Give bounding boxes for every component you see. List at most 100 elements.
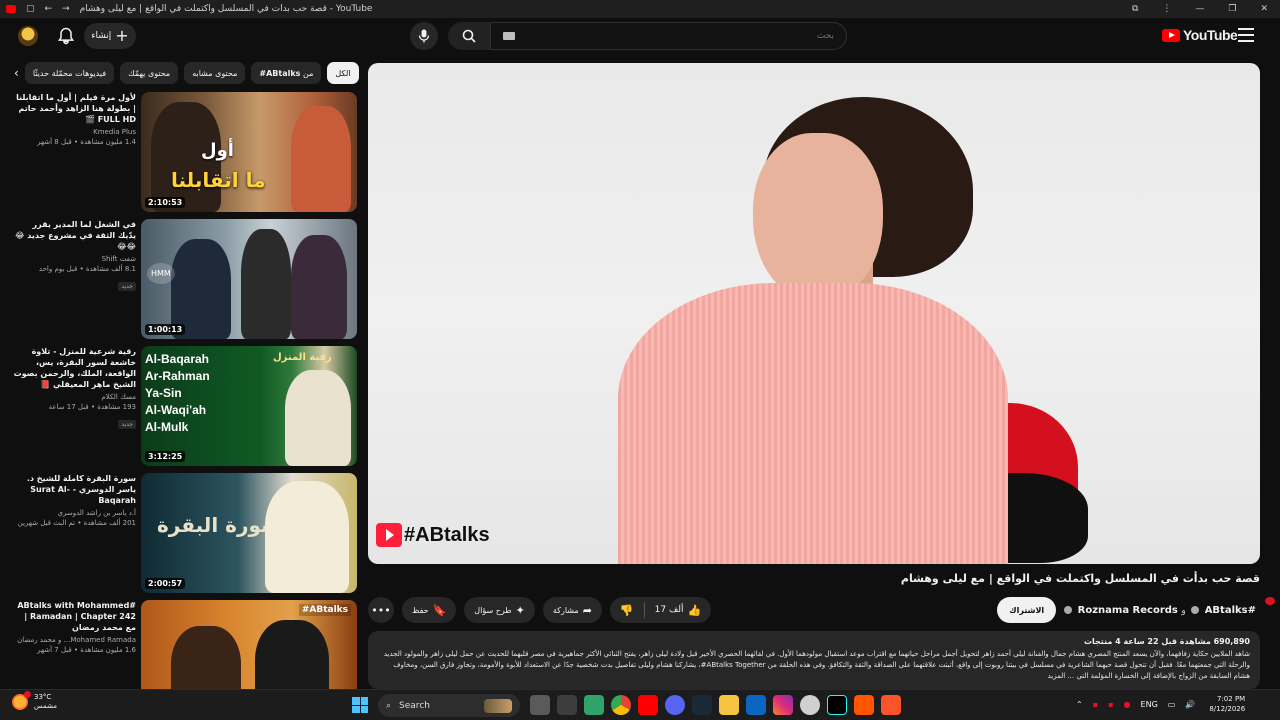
- video-thumbnail[interactable]: Al-Baqarah Ar-Rahman Ya-Sin Al-Waqi'ah A…: [141, 346, 357, 466]
- create-button[interactable]: إنشاء +: [84, 23, 136, 49]
- new-badge: جديد: [118, 420, 136, 429]
- extensions-icon[interactable]: ⧉: [1132, 4, 1138, 14]
- tray-app-icon[interactable]: ▪: [1108, 700, 1113, 709]
- task-view-icon[interactable]: [530, 695, 550, 715]
- duration-badge: 3:12:25: [145, 451, 186, 462]
- notifications-bell-icon[interactable]: [56, 26, 76, 46]
- thumbnail-sura: Ya-Sin: [145, 386, 182, 400]
- tray-overflow-icon[interactable]: ⌃: [1076, 700, 1083, 709]
- youtube-play-icon: [1162, 28, 1180, 42]
- maximize-icon[interactable]: ❐: [1228, 4, 1236, 14]
- taskbar-clock[interactable]: 7:02 PM 8/12/2026: [1209, 694, 1245, 714]
- app-icon-green[interactable]: [584, 695, 604, 715]
- duration-badge: 2:00:57: [145, 578, 186, 589]
- chip-all[interactable]: الكل: [327, 62, 359, 84]
- recommendation-item[interactable]: Al-Baqarah Ar-Rahman Ya-Sin Al-Waqi'ah A…: [12, 346, 358, 473]
- youtube-logo[interactable]: YouTube: [1162, 27, 1238, 43]
- share-button[interactable]: مشاركة ➦: [542, 597, 602, 623]
- browser-menu-icon[interactable]: ⋮: [1162, 4, 1171, 14]
- minimize-icon[interactable]: —: [1195, 4, 1204, 14]
- tiktok-icon[interactable]: [827, 695, 847, 715]
- subscribe-button[interactable]: الاشتراك: [997, 597, 1057, 623]
- dislike-button[interactable]: 👎: [610, 597, 644, 623]
- tray-app-icon[interactable]: ▪: [1093, 700, 1098, 709]
- description-box[interactable]: 690,890 مشاهدة قبل 22 ساعة 4 منتجات شاهد…: [368, 631, 1260, 689]
- video-meta: سورة البقرة كاملة للشيخ د. ياسر الدوسري …: [12, 473, 136, 527]
- ask-button[interactable]: طرح سؤال ✦: [464, 597, 535, 623]
- chip-for-you[interactable]: محتوى يهمّك: [120, 62, 179, 84]
- brave-icon[interactable]: [881, 695, 901, 715]
- video-meta: #ABtalks with Mohammed Ramadan | Chapter…: [12, 600, 136, 654]
- soundcloud-icon[interactable]: [854, 695, 874, 715]
- related-chips-bar: ‹ فيديوهات محمّلة حديثًا محتوى يهمّك محت…: [14, 62, 359, 84]
- chip-from-channel[interactable]: #ABtalks من: [251, 62, 322, 84]
- recommendation-item[interactable]: أول ما اتقابلنا 2:10:53 لأول مرة فيلم | …: [12, 92, 358, 219]
- file-explorer-icon[interactable]: [719, 695, 739, 715]
- save-label: حفظ: [412, 605, 429, 615]
- keyboard-icon[interactable]: [503, 32, 515, 40]
- windows-start-icon[interactable]: [352, 697, 368, 713]
- weather-widget[interactable]: 33°C مشمس: [12, 691, 57, 711]
- close-icon[interactable]: ✕: [1260, 4, 1268, 14]
- chrome-icon[interactable]: [611, 695, 631, 715]
- tab-list-icon[interactable]: ▢: [26, 4, 35, 14]
- store-icon[interactable]: [557, 695, 577, 715]
- voice-search-button[interactable]: [410, 22, 438, 50]
- app-icon-blue[interactable]: [746, 695, 766, 715]
- instagram-icon[interactable]: [773, 695, 793, 715]
- verified-icon: [1064, 605, 1073, 614]
- like-button[interactable]: 17 ألف 👍: [645, 597, 712, 623]
- ask-label: طرح سؤال: [474, 605, 512, 615]
- video-meta: لأول مرة فيلم | أول ما اتقابلنا | بطولة …: [12, 92, 136, 146]
- back-icon[interactable]: ←: [45, 4, 53, 14]
- recommendation-item[interactable]: HMM 1:00:13 في الشغل لما المدير يقرر يدّ…: [12, 219, 358, 346]
- video-title-main: قصة حب بدأت في المسلسل واكتملت في الواقع…: [900, 572, 1260, 585]
- channel-name-secondary[interactable]: Roznama Records: [1078, 605, 1178, 616]
- bookmark-icon: 🔖: [432, 603, 447, 617]
- channel-name[interactable]: Mohamed Ramada... و محمد رمضان: [12, 636, 136, 644]
- steam-icon[interactable]: [692, 695, 712, 715]
- channel-name[interactable]: شفت Shift: [12, 255, 136, 263]
- video-title[interactable]: #ABtalks with Mohammed Ramadan | Chapter…: [12, 600, 136, 633]
- clock-time: 7:02 PM: [1217, 695, 1246, 703]
- guide-menu-icon[interactable]: [1238, 28, 1254, 42]
- chip-related[interactable]: محتوى مشابه: [184, 62, 246, 84]
- player-dress: [618, 283, 1008, 564]
- tray-mic-icon[interactable]: ●: [1124, 700, 1131, 709]
- volume-icon[interactable]: 🔊: [1185, 700, 1195, 709]
- account-avatar[interactable]: [18, 26, 38, 46]
- search-input[interactable]: [515, 31, 834, 41]
- video-title[interactable]: رقية شرعية للمنزل - تلاوة خاشعة لسور الب…: [12, 346, 136, 390]
- chip-recent-uploads[interactable]: فيديوهات محمّلة حديثًا: [24, 62, 115, 84]
- video-title[interactable]: في الشغل لما المدير يقرر يدّيك الثقة في …: [12, 219, 136, 252]
- channel-name[interactable]: Kmedia Plus: [12, 128, 136, 136]
- channel-name-primary[interactable]: #ABtalks: [1205, 605, 1256, 616]
- search-button[interactable]: [448, 22, 490, 50]
- more-actions-button[interactable]: •••: [368, 597, 394, 623]
- taskbar-search[interactable]: ⌕ Search: [378, 694, 520, 717]
- channel-name[interactable]: أ.د ياسر بن راشد الدوسري: [12, 509, 136, 517]
- app-icon-circle[interactable]: [800, 695, 820, 715]
- thumbnail-person: [265, 481, 349, 593]
- network-icon[interactable]: ▭: [1168, 700, 1176, 709]
- video-thumbnail[interactable]: أول ما اتقابلنا 2:10:53: [141, 92, 357, 212]
- video-title[interactable]: لأول مرة فيلم | أول ما اتقابلنا | بطولة …: [12, 92, 136, 125]
- video-thumbnail[interactable]: HMM 1:00:13: [141, 219, 357, 339]
- save-button[interactable]: حفظ 🔖: [402, 597, 457, 623]
- youtube-app-icon[interactable]: [638, 695, 658, 715]
- recommendation-item[interactable]: سورة البقرة 2:00:57 سورة البقرة كاملة لل…: [12, 473, 358, 600]
- video-stats: 8.1 ألف مشاهدة • قبل يوم واحد: [38, 265, 136, 273]
- language-indicator[interactable]: ENG: [1141, 700, 1158, 709]
- player-watermark: #ABtalks: [376, 523, 490, 547]
- discord-icon[interactable]: [665, 695, 685, 715]
- video-player[interactable]: #ABtalks: [368, 63, 1260, 564]
- chevron-left-icon[interactable]: ‹: [14, 63, 19, 83]
- channel-names[interactable]: #ABtalks و Roznama Records: [1062, 605, 1256, 616]
- video-title[interactable]: سورة البقرة كاملة للشيخ د. ياسر الدوسري …: [12, 473, 136, 506]
- channel-name[interactable]: مسك الكلام: [12, 393, 136, 401]
- video-stats: 193 مشاهدة • قبل 17 ساعة: [48, 403, 136, 411]
- browser-titlebar: ▢ ← → قصة حب بدأت في المسلسل واكتملت في …: [0, 0, 1280, 18]
- forward-icon[interactable]: →: [62, 4, 70, 14]
- video-thumbnail[interactable]: سورة البقرة 2:00:57: [141, 473, 357, 593]
- thumbnail-sura-list: Al-Baqarah Ar-Rahman Ya-Sin Al-Waqi'ah A…: [145, 352, 210, 434]
